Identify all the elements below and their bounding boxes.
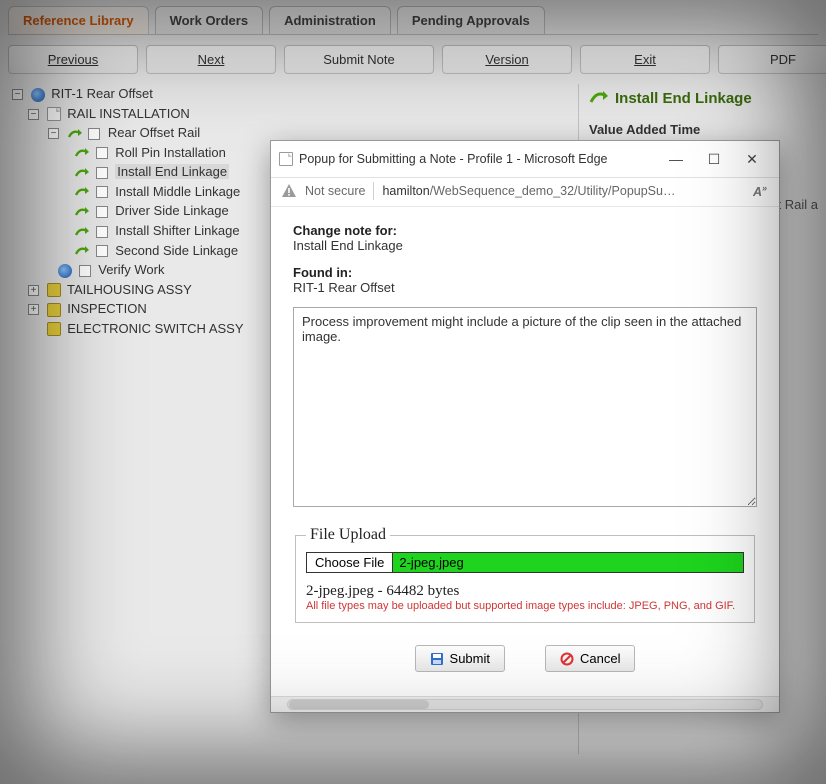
cancel-label: Cancel bbox=[580, 651, 620, 666]
tab-administration[interactable]: Administration bbox=[269, 6, 391, 34]
collapse-icon[interactable]: − bbox=[12, 89, 23, 100]
next-button[interactable]: Next bbox=[146, 45, 276, 74]
expand-icon[interactable]: + bbox=[28, 304, 39, 315]
tab-pending-approvals[interactable]: Pending Approvals bbox=[397, 6, 545, 34]
tab-work-orders[interactable]: Work Orders bbox=[155, 6, 264, 34]
tab-reference-library[interactable]: Reference Library bbox=[8, 6, 149, 34]
arrow-icon bbox=[74, 225, 90, 239]
not-secure-label: Not secure bbox=[305, 184, 365, 198]
tree-label: TAILHOUSING ASSY bbox=[67, 282, 192, 297]
tree-label: Rear Offset Rail bbox=[108, 125, 200, 140]
exit-button[interactable]: Exit bbox=[580, 45, 710, 74]
url-text: hamilton/WebSequence_demo_32/Utility/Pop… bbox=[382, 184, 743, 198]
checkbox[interactable] bbox=[96, 245, 108, 257]
globe-icon bbox=[31, 88, 45, 102]
tree-root-label: RIT-1 Rear Offset bbox=[51, 86, 153, 101]
tree-label: ELECTRONIC SWITCH ASSY bbox=[67, 321, 243, 336]
tree-label: RAIL INSTALLATION bbox=[67, 106, 190, 121]
collapse-icon[interactable]: − bbox=[28, 109, 39, 120]
version-button[interactable]: Version bbox=[442, 45, 572, 74]
tree-root[interactable]: − RIT-1 Rear Offset bbox=[8, 84, 578, 104]
horizontal-scrollbar[interactable] bbox=[271, 696, 779, 712]
arrow-icon bbox=[74, 205, 90, 219]
detail-title: Install End Linkage bbox=[615, 90, 752, 107]
checkbox[interactable] bbox=[96, 147, 108, 159]
change-note-for-label: Change note for: bbox=[293, 223, 757, 238]
save-icon bbox=[430, 652, 444, 666]
file-upload-fieldset: File Upload Choose File 2-jpeg.jpeg 2-jp… bbox=[295, 526, 755, 623]
module-icon bbox=[47, 283, 61, 297]
previous-button[interactable]: Previous bbox=[8, 45, 138, 74]
submit-button[interactable]: Submit bbox=[415, 645, 505, 672]
arrow-icon bbox=[74, 185, 90, 199]
tree-label: Install End Linkage bbox=[115, 164, 229, 179]
tree-label: Driver Side Linkage bbox=[115, 203, 228, 218]
minimize-button[interactable]: — bbox=[657, 147, 695, 171]
file-info: 2-jpeg.jpeg - 64482 bytes bbox=[306, 583, 744, 600]
submit-note-button[interactable]: Submit Note bbox=[284, 45, 434, 74]
file-icon bbox=[47, 107, 61, 121]
cancel-icon bbox=[560, 652, 574, 666]
arrow-icon bbox=[74, 166, 90, 180]
module-icon bbox=[47, 322, 61, 336]
tree-label: INSPECTION bbox=[67, 301, 146, 316]
tree-label: Verify Work bbox=[98, 262, 164, 277]
pdf-button[interactable]: PDF bbox=[718, 45, 826, 74]
cancel-button[interactable]: Cancel bbox=[545, 645, 635, 672]
note-textarea[interactable] bbox=[293, 307, 757, 507]
chosen-filename: 2-jpeg.jpeg bbox=[393, 552, 744, 573]
value-added-time-label: Value Added Time bbox=[589, 116, 818, 137]
globe-icon bbox=[58, 264, 72, 278]
checkbox[interactable] bbox=[96, 206, 108, 218]
read-aloud-icon[interactable]: A» bbox=[751, 183, 769, 199]
submit-label: Submit bbox=[450, 651, 490, 666]
expand-icon[interactable]: + bbox=[28, 285, 39, 296]
arrow-icon bbox=[74, 244, 90, 258]
checkbox[interactable] bbox=[88, 128, 100, 140]
top-tabs: Reference Library Work Orders Administra… bbox=[0, 0, 826, 34]
tree-label: Roll Pin Installation bbox=[115, 145, 226, 160]
tree-label: Install Shifter Linkage bbox=[115, 223, 239, 238]
module-icon bbox=[47, 303, 61, 317]
checkbox[interactable] bbox=[79, 265, 91, 277]
tree-label: Second Side Linkage bbox=[115, 243, 238, 258]
toolbar: Previous Next Submit Note Version Exit P… bbox=[0, 35, 826, 84]
file-upload-legend: File Upload bbox=[306, 526, 390, 544]
popup-title: Popup for Submitting a Note - Profile 1 … bbox=[299, 152, 657, 166]
maximize-button[interactable]: ☐ bbox=[695, 147, 733, 171]
found-in-value: RIT-1 Rear Offset bbox=[293, 280, 757, 295]
collapse-icon[interactable]: − bbox=[48, 128, 59, 139]
checkbox[interactable] bbox=[96, 186, 108, 198]
arrow-icon bbox=[67, 127, 83, 141]
arrow-icon bbox=[589, 88, 609, 108]
close-button[interactable]: ✕ bbox=[733, 147, 771, 171]
tree-label: Install Middle Linkage bbox=[115, 184, 240, 199]
document-icon bbox=[279, 152, 293, 166]
arrow-icon bbox=[74, 146, 90, 160]
warning-icon bbox=[281, 183, 297, 199]
popup-titlebar: Popup for Submitting a Note - Profile 1 … bbox=[271, 141, 779, 178]
file-hint: All file types may be uploaded but suppo… bbox=[306, 600, 744, 612]
change-note-for-value: Install End Linkage bbox=[293, 238, 757, 253]
found-in-label: Found in: bbox=[293, 265, 757, 280]
checkbox[interactable] bbox=[96, 167, 108, 179]
choose-file-button[interactable]: Choose File bbox=[306, 552, 393, 573]
checkbox[interactable] bbox=[96, 226, 108, 238]
address-bar: Not secure hamilton/WebSequence_demo_32/… bbox=[271, 178, 779, 207]
tree-rail-installation[interactable]: − RAIL INSTALLATION bbox=[8, 104, 578, 124]
submit-note-popup: Popup for Submitting a Note - Profile 1 … bbox=[270, 140, 780, 713]
